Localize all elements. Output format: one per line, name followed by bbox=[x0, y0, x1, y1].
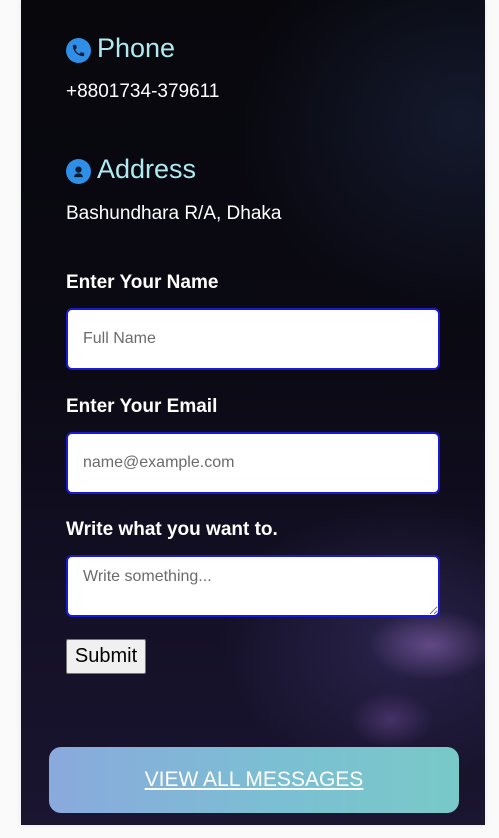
phone-icon bbox=[66, 37, 91, 63]
message-label: Write what you want to. bbox=[66, 519, 278, 540]
email-label: Enter Your Email bbox=[66, 396, 218, 417]
address-heading: Address bbox=[66, 154, 196, 185]
contact-panel: Phone +8801734-379611 Address Bashundhar… bbox=[21, 0, 485, 825]
email-input[interactable] bbox=[66, 432, 440, 494]
address-heading-text: Address bbox=[97, 154, 197, 184]
location-pin-icon bbox=[66, 158, 91, 184]
phone-number: +8801734-379611 bbox=[66, 81, 220, 102]
view-all-messages-button[interactable]: VIEW ALL MESSAGES bbox=[49, 747, 459, 813]
address-text: Bashundhara R/A, Dhaka bbox=[66, 203, 282, 224]
submit-button[interactable]: Submit bbox=[66, 639, 146, 674]
phone-heading: Phone bbox=[66, 33, 175, 64]
message-textarea[interactable] bbox=[66, 555, 440, 617]
name-input[interactable] bbox=[66, 308, 440, 370]
name-label: Enter Your Name bbox=[66, 272, 219, 293]
phone-heading-text: Phone bbox=[97, 33, 176, 63]
